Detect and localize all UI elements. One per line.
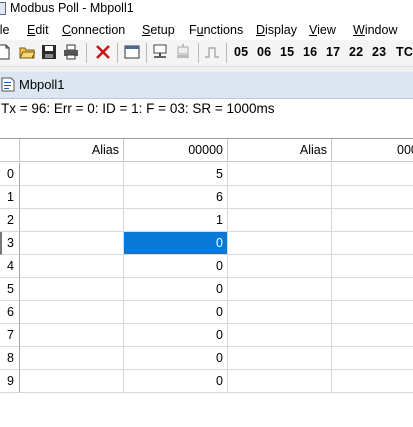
child-window-title: Mbpoll1	[19, 77, 65, 92]
alias-cell[interactable]	[20, 232, 124, 255]
alias-cell[interactable]	[228, 232, 332, 255]
value-cell[interactable]	[332, 186, 413, 209]
menu-view[interactable]: View	[309, 23, 336, 37]
value-cell[interactable]: 5	[124, 163, 228, 186]
menu-setup[interactable]: Setup	[142, 23, 175, 37]
menu-functions[interactable]: Functions	[189, 23, 243, 37]
data-grid[interactable]: Alias 00000 Alias 000 051621304050607080…	[0, 138, 413, 427]
value-cell[interactable]	[332, 163, 413, 186]
row-header[interactable]: 9	[0, 370, 20, 393]
app-icon	[0, 2, 6, 15]
delete-icon[interactable]	[95, 44, 111, 60]
alias-cell[interactable]	[20, 324, 124, 347]
column-header-address[interactable]: 00000	[124, 139, 228, 162]
value-cell[interactable]: 1	[124, 209, 228, 232]
open-folder-icon[interactable]	[19, 44, 35, 60]
alias-cell[interactable]	[228, 255, 332, 278]
window-icon[interactable]	[124, 44, 140, 60]
function-tc-button[interactable]: TC	[396, 45, 413, 59]
toolbar-separator	[86, 43, 87, 63]
menu-window[interactable]: Window	[353, 23, 397, 37]
value-cell[interactable]	[332, 255, 413, 278]
alias-cell[interactable]	[228, 301, 332, 324]
alias-cell[interactable]	[20, 163, 124, 186]
save-icon[interactable]	[41, 44, 57, 60]
menu-connection[interactable]: Connection	[62, 23, 125, 37]
corner-header	[0, 139, 20, 162]
child-window-caption[interactable]: Mbpoll1	[0, 72, 413, 99]
alias-cell[interactable]	[20, 255, 124, 278]
value-cell[interactable]: 6	[124, 186, 228, 209]
value-cell[interactable]: 0	[124, 324, 228, 347]
function-15-button[interactable]: 15	[280, 45, 294, 59]
column-header-alias[interactable]: Alias	[20, 139, 124, 162]
value-cell[interactable]: 0	[124, 232, 228, 255]
function-16-button[interactable]: 16	[303, 45, 317, 59]
value-cell[interactable]	[332, 278, 413, 301]
value-cell[interactable]: 0	[124, 301, 228, 324]
alias-cell[interactable]	[20, 278, 124, 301]
print-icon[interactable]	[63, 44, 79, 60]
toolbar-separator	[117, 43, 118, 63]
row-header[interactable]: 4	[0, 255, 20, 278]
menu-edit[interactable]: Edit	[27, 23, 49, 37]
alias-cell[interactable]	[20, 301, 124, 324]
value-cell[interactable]: 0	[124, 347, 228, 370]
status-line: Tx = 96: Err = 0: ID = 1: F = 03: SR = 1…	[1, 101, 275, 116]
column-header-alias[interactable]: Alias	[228, 139, 332, 162]
row-header[interactable]: 2	[0, 209, 20, 232]
toolbar: 05 06 15 16 17 22 23 TC	[0, 40, 413, 67]
toolbar-separator	[198, 43, 199, 63]
alias-cell[interactable]	[20, 209, 124, 232]
alias-cell[interactable]	[228, 209, 332, 232]
value-cell[interactable]	[332, 232, 413, 255]
value-cell[interactable]: 0	[124, 370, 228, 393]
value-cell[interactable]	[332, 209, 413, 232]
value-cell[interactable]	[332, 347, 413, 370]
alias-cell[interactable]	[228, 324, 332, 347]
function-17-button[interactable]: 17	[326, 45, 340, 59]
function-06-button[interactable]: 06	[257, 45, 271, 59]
row-header[interactable]: 5	[0, 278, 20, 301]
alias-cell[interactable]	[20, 347, 124, 370]
column-header-address[interactable]: 000	[332, 139, 413, 162]
row-header[interactable]: 0	[0, 163, 20, 186]
menu-file[interactable]: ile	[0, 23, 10, 37]
value-cell[interactable]	[332, 370, 413, 393]
document-icon[interactable]	[1, 77, 15, 92]
menu-bar: ile Edit Connection Setup Functions Disp…	[0, 20, 413, 40]
alias-cell[interactable]	[20, 186, 124, 209]
row-header[interactable]: 6	[0, 301, 20, 324]
alias-cell[interactable]	[228, 186, 332, 209]
row-header[interactable]: 3	[0, 232, 20, 255]
connect-icon[interactable]	[152, 44, 168, 60]
row-header[interactable]: 1	[0, 186, 20, 209]
alias-cell[interactable]	[228, 163, 332, 186]
alias-cell[interactable]	[20, 370, 124, 393]
title-bar: Modbus Poll - Mbpoll1	[0, 0, 413, 18]
alias-cell[interactable]	[228, 347, 332, 370]
function-05-button[interactable]: 05	[234, 45, 248, 59]
window-title: Modbus Poll - Mbpoll1	[10, 1, 134, 15]
row-header[interactable]: 7	[0, 324, 20, 347]
value-cell[interactable]	[332, 301, 413, 324]
disconnect-icon[interactable]	[175, 44, 191, 60]
function-22-button[interactable]: 22	[349, 45, 363, 59]
value-cell[interactable]: 0	[124, 255, 228, 278]
toolbar-separator	[146, 43, 147, 63]
value-cell[interactable]: 0	[124, 278, 228, 301]
toolbar-separator	[226, 43, 227, 63]
row-header[interactable]: 8	[0, 347, 20, 370]
new-file-icon[interactable]	[0, 44, 12, 60]
alias-cell[interactable]	[228, 278, 332, 301]
function-23-button[interactable]: 23	[372, 45, 386, 59]
pulse-icon[interactable]	[204, 44, 220, 60]
menu-display[interactable]: Display	[256, 23, 297, 37]
alias-cell[interactable]	[228, 370, 332, 393]
value-cell[interactable]	[332, 324, 413, 347]
